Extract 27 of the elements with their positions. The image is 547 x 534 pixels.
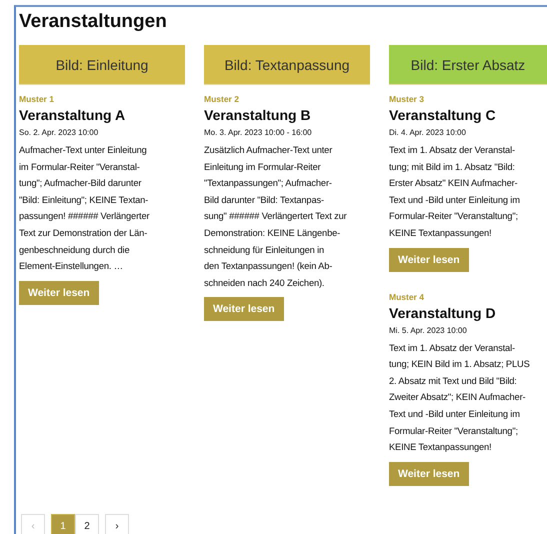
read-more-button[interactable]: Weiter lesen [19,280,99,305]
event-date: So. 2. Apr. 2023 10:00 [19,127,98,139]
event-title: Veranstaltung D [389,304,496,323]
image-caption: Bild: Erster Absatz [410,56,526,72]
event-title: Veranstaltung B [204,106,311,125]
category-label: Muster 1 [19,94,54,105]
page-heading: Veranstaltungen [19,11,168,33]
event-description: Zusätzlich Aufmacher-Text unter Einleitung im Formular-Reiter "Textanpassungen"; Aufmacher- Bild darunter "Bild: Textanpas- sung" ###### Verlängertert Text zur Demonstration: KEINE Längenbe- schneidung für Einleitungen in den Textanpassungen! (kein Ab- schneiden nach 240 Zeichen). [204,144,347,290]
image-caption: Bild: Einleitung [56,56,148,72]
event-description: Text im 1. Absatz der Veranstal- tung; KEIN Bild im 1. Absatz; PLUS 2. Absatz mit Text und Bild "Bild: Zweiter Absatz"; KEIN Aufmacher- Text und -Bild unter Einleitung im Formular-Reiter "Veranstaltung"; KEINE Textanpassungen! [389,342,530,454]
next-page-button[interactable]: › [105,514,129,534]
category-label: Muster 2 [204,94,239,105]
image-caption: Bild: Textanpassung [224,56,350,72]
event-date: Mi. 5. Apr. 2023 10:00 [389,324,467,337]
event-description: Text im 1. Absatz der Veranstal- tung; mit Bild im 1. Absatz "Bild: Erster Absatz" KEIN Aufmacher- Text und -Bild unter Einleitung im Formular-Reiter "Veranstaltung"; KEINE Textanpassungen! [389,144,520,240]
read-more-button[interactable]: Weiter lesen [204,297,284,322]
event-title: Veranstaltung C [389,106,496,125]
page-button[interactable]: 1 [51,514,75,534]
category-label: Muster 3 [389,94,424,105]
event-date: Di. 4. Apr. 2023 10:00 [389,127,466,139]
event-title: Veranstaltung A [19,106,126,125]
event-date: Mo. 3. Apr. 2023 10:00 - 16:00 [204,127,312,139]
read-more-button[interactable]: Weiter lesen [389,248,469,272]
page-button[interactable]: 2 [75,514,99,534]
event-description: Aufmacher-Text unter Einleitung im Formular-Reiter "Veranstal- tung"; Aufmacher-Bild darunter "Bild: Einleitung"; KEINE Textan- passungen! ###### Verlängerter Text zur Demonstration der Län- genbeschneidung durch die Element-Einstellungen. … [19,144,150,274]
read-more-button[interactable]: Weiter lesen [389,462,469,486]
category-label: Muster 4 [389,292,424,303]
